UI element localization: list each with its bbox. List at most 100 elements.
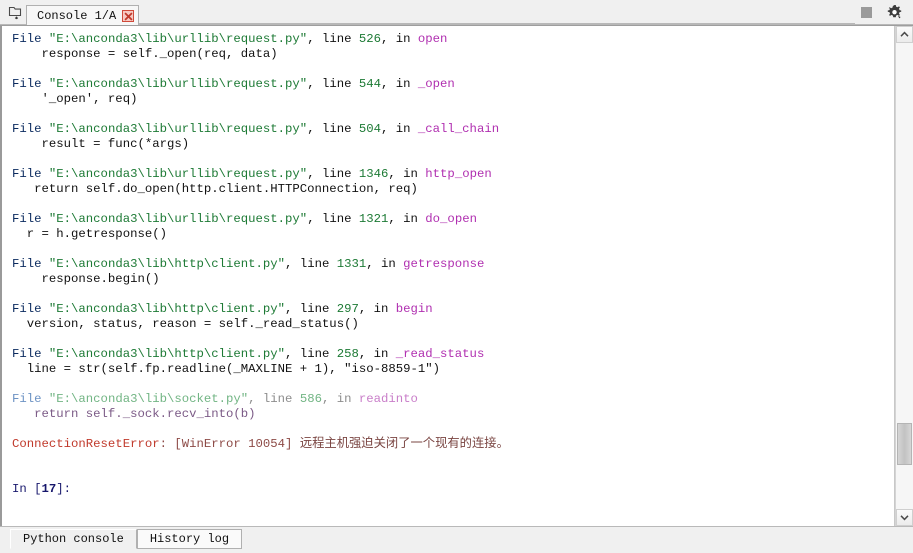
gear-icon	[887, 5, 901, 19]
tabstrip-empty-space	[139, 0, 855, 24]
frame-separator: ,	[307, 122, 322, 136]
traceback-frame-header: File "E:\anconda3\lib\socket.py", line 5…	[12, 392, 894, 407]
options-button[interactable]	[883, 3, 905, 23]
scrollbar-track[interactable]	[896, 43, 913, 509]
frame-separator: ,	[307, 167, 322, 181]
tab-history-log-label: History log	[149, 532, 230, 546]
frame-in-keyword: , in	[388, 212, 426, 226]
frame-line-keyword: line	[299, 302, 337, 316]
traceback-frame-code: line = str(self.fp.readline(_MAXLINE + 1…	[12, 362, 894, 377]
frame-function-name: readinto	[358, 392, 418, 406]
frame-file-keyword: File	[12, 257, 49, 271]
frame-line-number: 504	[358, 122, 381, 136]
browse-tabs-icon[interactable]	[4, 1, 26, 23]
frame-file-keyword: File	[12, 32, 49, 46]
frame-separator: ,	[248, 392, 263, 406]
stop-button[interactable]	[855, 3, 877, 23]
scroll-down-button[interactable]	[896, 509, 913, 526]
traceback-frame-header: File "E:\anconda3\lib\urllib\request.py"…	[12, 167, 894, 182]
frame-function-name: do_open	[425, 212, 477, 226]
traceback-frame-code: response.begin()	[12, 272, 894, 287]
frame-source-line: result = func(*args)	[12, 137, 190, 151]
frame-separator: ,	[307, 212, 322, 226]
prompt-number: 17	[41, 482, 57, 496]
frame-separator: ,	[285, 347, 300, 361]
frame-function-name: _open	[417, 77, 455, 91]
traceback-frame-code: r = h.getresponse()	[12, 227, 894, 242]
frame-line-number: 526	[358, 32, 381, 46]
scrollbar-thumb[interactable]	[897, 423, 912, 465]
frame-file-path: "E:\anconda3\lib\urllib\request.py"	[48, 122, 308, 136]
traceback-frame-header: File "E:\anconda3\lib\urllib\request.py"…	[12, 212, 894, 227]
frame-function-name: getresponse	[403, 257, 485, 271]
frame-line-keyword: line	[299, 257, 337, 271]
frame-line-number: 1331	[336, 257, 367, 271]
console-output-area[interactable]: File "E:\anconda3\lib\urllib\request.py"…	[0, 26, 895, 526]
frame-file-path: "E:\anconda3\lib\http\client.py"	[48, 347, 286, 361]
frame-line-keyword: line	[299, 347, 337, 361]
frame-in-keyword: , in	[358, 347, 396, 361]
prompt-suffix: ]:	[56, 482, 72, 496]
frame-source-line: version, status, reason = self._read_sta…	[12, 317, 359, 331]
console-text: File "E:\anconda3\lib\urllib\request.py"…	[2, 26, 894, 526]
vertical-scrollbar[interactable]	[895, 26, 913, 526]
frame-line-keyword: line	[321, 122, 359, 136]
frame-file-keyword: File	[12, 167, 49, 181]
console-tab-label: Console 1/A	[37, 9, 117, 23]
console-tabstrip: Console 1/A	[0, 0, 913, 26]
console-toolbar-buttons	[855, 1, 913, 24]
frame-source-line: r = h.getresponse()	[12, 227, 167, 241]
traceback-frame-header: File "E:\anconda3\lib\urllib\request.py"…	[12, 122, 894, 137]
error-code: : [WinError 10054]	[159, 437, 300, 451]
frame-line-keyword: line	[262, 392, 300, 406]
frame-separator: ,	[285, 302, 300, 316]
console-tab-console-1a[interactable]: Console 1/A	[26, 5, 140, 26]
frame-line-number: 297	[336, 302, 359, 316]
frame-source-line: return self.do_open(http.client.HTTPConn…	[12, 182, 418, 196]
traceback-frame-header: File "E:\anconda3\lib\http\client.py", l…	[12, 257, 894, 272]
traceback-frame-code: return self._sock.recv_into(b)	[12, 407, 894, 422]
chevron-up-icon	[900, 31, 909, 37]
scroll-up-button[interactable]	[896, 26, 913, 43]
frame-in-keyword: , in	[381, 77, 418, 91]
frame-in-keyword: , in	[381, 122, 418, 136]
frame-source-line: response.begin()	[12, 272, 160, 286]
frame-file-path: "E:\anconda3\lib\urllib\request.py"	[48, 212, 308, 226]
frame-in-keyword: , in	[388, 167, 426, 181]
frame-separator: ,	[307, 32, 322, 46]
tab-python-console[interactable]: Python console	[10, 529, 137, 549]
traceback-frame-code: response = self._open(req, data)	[12, 47, 894, 62]
frame-separator: ,	[307, 77, 322, 91]
frame-function-name: _call_chain	[417, 122, 500, 136]
traceback-frame-code: result = func(*args)	[12, 137, 894, 152]
prompt-in-keyword: In [	[12, 482, 42, 496]
traceback-frame-header: File "E:\anconda3\lib\urllib\request.py"…	[12, 32, 894, 47]
stop-square-icon	[860, 7, 872, 18]
traceback-frame-code: version, status, reason = self._read_sta…	[12, 317, 894, 332]
frame-file-keyword: File	[12, 302, 49, 316]
tab-history-log[interactable]: History log	[136, 529, 243, 549]
error-type-name: ConnectionResetError	[12, 437, 160, 451]
frame-source-line: '_open', req)	[12, 92, 138, 106]
tab-python-console-label: Python console	[23, 532, 124, 546]
traceback-frame-code: '_open', req)	[12, 92, 894, 107]
traceback-frame-header: File "E:\anconda3\lib\http\client.py", l…	[12, 302, 894, 317]
frame-source-line: line = str(self.fp.readline(_MAXLINE + 1…	[12, 362, 441, 376]
frame-function-name: begin	[395, 302, 433, 316]
bottom-tabbar: Python console History log	[0, 526, 913, 553]
frame-function-name: open	[417, 32, 448, 46]
frame-in-keyword: , in	[321, 392, 359, 406]
frame-source-line: response = self._open(req, data)	[12, 47, 278, 61]
close-icon[interactable]	[122, 10, 135, 22]
frame-line-number: 586	[299, 392, 322, 406]
chevron-down-icon	[900, 515, 909, 521]
frame-line-number: 544	[358, 77, 381, 91]
